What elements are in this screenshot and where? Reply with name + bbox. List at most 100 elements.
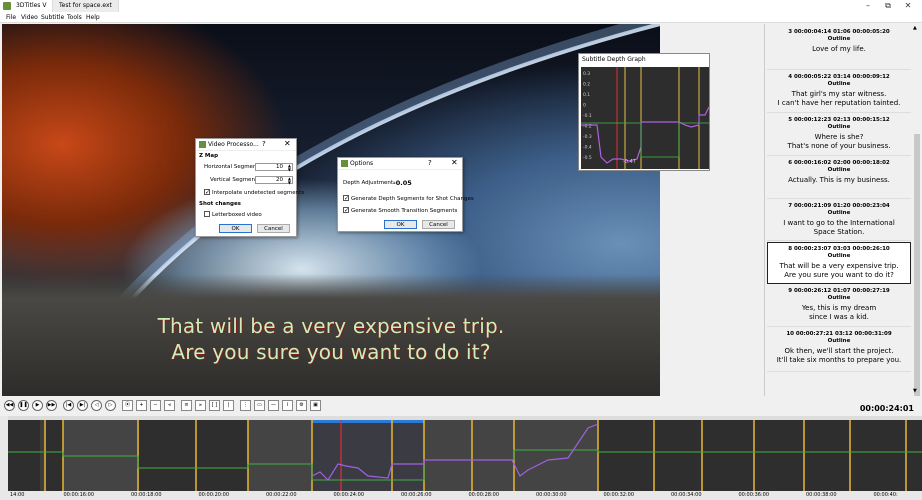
timeline-time-label: 00:00:34:00 <box>671 492 702 498</box>
play-icon[interactable]: ▶ <box>32 400 43 411</box>
subtitle-text-line: Yes, this is my dream <box>801 304 877 312</box>
zoom-in-icon[interactable]: + <box>136 400 147 411</box>
depth-tick-label: -0.4 <box>583 145 592 151</box>
prev-subtitle-icon[interactable]: ◁ <box>91 400 102 411</box>
subtitle-style: Outline <box>827 253 851 259</box>
next-subtitle-icon[interactable]: ▷ <box>105 400 116 411</box>
subtitle-style: Outline <box>827 295 851 301</box>
menu-help[interactable]: Help <box>86 14 100 21</box>
subtitle-text: Love of my life. <box>767 45 911 54</box>
maximize-icon[interactable]: ⧉ <box>878 1 898 11</box>
letterboxed-label: Letterboxed video <box>212 212 262 218</box>
app-logo-icon <box>3 2 11 10</box>
bracket-icon[interactable]: [ ] <box>209 400 220 411</box>
subtitle-timing: 8 00:00:23:07 03:03 00:00:26:10 <box>788 246 890 252</box>
settings-icon[interactable]: ⚙ <box>296 400 307 411</box>
subtitle-line-1: That will be a very expensive trip. <box>157 314 505 338</box>
close-icon[interactable]: ✕ <box>284 139 291 148</box>
vertical-segments-value: 20 <box>276 177 283 183</box>
subtitle-timing: 5 00:00:12:23 02:13 00:00:15:12 <box>788 117 890 123</box>
subtitle-entry[interactable]: 10 00:00:27:21 03:12 00:00:31:09 Outline O… <box>767 328 911 372</box>
subtitle-timing: 9 00:00:26:12 01:07 00:00:27:19 <box>788 288 890 294</box>
help-icon[interactable]: ? <box>262 140 266 148</box>
subtitle-style: Outline <box>827 124 851 130</box>
monitor-icon[interactable]: ▣ <box>310 400 321 411</box>
gen-shot-change-checkbox[interactable]: ✓ <box>343 195 349 202</box>
ok-button[interactable]: OK <box>219 224 252 233</box>
video-processor-dialog: Video Processo... ? ✕ Z Map Horizontal S… <box>195 138 304 237</box>
letterboxed-checkbox[interactable] <box>204 211 210 217</box>
timeline-tracks[interactable] <box>8 420 922 495</box>
interpolate-checkbox[interactable]: ✓ <box>204 189 210 196</box>
subtitle-list[interactable]: 3 00:00:04:14 01:06 00:00:05:20 Outline Lo… <box>764 24 912 396</box>
line-icon[interactable]: — <box>268 400 279 411</box>
timeline[interactable]: 14:00 00:00:16:00 00:00:18:00 00:00:20:00 00… <box>8 416 922 500</box>
snap-icon[interactable]: ⌇ <box>282 400 293 411</box>
menu-subtitle[interactable]: Subtitle <box>41 14 64 21</box>
scrollbar-thumb[interactable] <box>914 134 920 404</box>
depth-graph-plot[interactable]: 0.30.20.10-0.1-0.2-0.3-0.4-0.5 -0.47 <box>581 67 709 169</box>
video-preview[interactable]: That will be a very expensive trip. Are … <box>2 24 660 396</box>
timeline-time-label: 00:00:40: <box>873 492 898 498</box>
depth-adjustment-value[interactable]: -0.05 <box>393 179 412 187</box>
scroll-down-icon[interactable]: ▼ <box>913 388 917 394</box>
menu-video[interactable]: Video <box>21 14 38 21</box>
dialog-app-icon <box>341 160 348 167</box>
prev-frame-icon[interactable]: |◀ <box>63 400 74 411</box>
fast-forward-icon[interactable]: ▶▶ <box>46 400 57 411</box>
subtitle-style: Outline <box>827 338 851 344</box>
subtitle-entry[interactable]: 5 00:00:12:23 02:13 00:00:15:12 Outline Wh… <box>767 114 911 156</box>
split-icon[interactable]: ⋮ <box>240 400 251 411</box>
scroll-up-icon[interactable]: ▲ <box>913 25 917 31</box>
depth-tick-label: 0.2 <box>583 82 590 88</box>
ok-button[interactable]: OK <box>384 220 417 229</box>
align-left-icon[interactable]: ⫷ <box>164 400 175 411</box>
subtitle-text-line: I want to go to the International <box>783 219 895 227</box>
gen-smooth-transition-checkbox[interactable]: ✓ <box>343 207 349 214</box>
subtitle-entry[interactable]: 3 00:00:04:14 01:06 00:00:05:20 Outline Lo… <box>767 26 911 70</box>
subtitle-text-line: Where is she? <box>814 133 864 141</box>
cancel-button[interactable]: Cancel <box>422 220 455 229</box>
subtitle-style: Outline <box>827 81 851 87</box>
subtitle-entry[interactable]: 4 00:00:05:22 03:14 00:00:09:12 Outline Th… <box>767 71 911 113</box>
subtitle-entry[interactable]: 6 00:00:16:02 02:00 00:00:18:02 Outline Ac… <box>767 157 911 199</box>
timeline-time-label: 00:00:32:00 <box>603 492 635 498</box>
subtitle-entry[interactable]: 9 00:00:26:12 01:07 00:00:27:19 Outline Ye… <box>767 285 911 327</box>
subtitle-text-line: I can't have her reputation tainted. <box>777 99 901 107</box>
mark-in-icon[interactable]: ⦿ <box>122 400 133 411</box>
menu-file[interactable]: File <box>6 14 16 21</box>
merge-icon[interactable]: ▭ <box>254 400 265 411</box>
subtitle-text-line: It'll take six months to prepare you. <box>776 356 902 364</box>
align-right-icon[interactable]: ⫸ <box>195 400 206 411</box>
next-frame-icon[interactable]: ▶| <box>77 400 88 411</box>
horizontal-segments-stepper[interactable]: 10 ▲ ▼ <box>255 163 293 172</box>
timeline-time-label: 00:00:26:00 <box>401 492 432 498</box>
subtitle-entry[interactable]: 7 00:00:21:09 01:20 00:00:23:04 Outline I … <box>767 200 911 241</box>
subtitle-timing: 10 00:00:27:21 03:12 00:00:31:09 <box>786 331 892 337</box>
pause-icon[interactable]: ❚❚ <box>18 400 29 411</box>
vertical-segments-stepper[interactable]: 20 ▲ ▼ <box>255 176 293 185</box>
subtitle-list-scrollbar[interactable]: ▲ ▼ <box>912 24 922 404</box>
subtitle-text: Where is she? That's none of your busines… <box>767 133 911 151</box>
subtitle-style: Outline <box>827 167 851 173</box>
help-icon[interactable]: ? <box>428 159 432 167</box>
menu-tools[interactable]: Tools <box>67 14 82 21</box>
depth-tick-label: -0.3 <box>583 134 592 140</box>
timeline-time-label: 14:00 <box>10 492 25 498</box>
rewind-icon[interactable]: ◀◀ <box>4 400 15 411</box>
subtitle-entry[interactable]: 8 00:00:23:07 03:03 00:00:26:10 Outline Th… <box>767 242 911 284</box>
close-icon[interactable]: ✕ <box>451 158 458 167</box>
stepper-arrows-icon[interactable]: ▲ ▼ <box>288 177 291 185</box>
zmap-section: Z Map <box>199 153 219 159</box>
bar-icon[interactable]: | <box>223 400 234 411</box>
playback-toolbar: ◀◀ ❚❚ ▶ ▶▶ |◀ ▶| ◁ ▷ ⦿ + − ⫷ ≡ ⫸[ ] | ⋮ ▭ — ⌇ ⚙ ▣ 00:00:24:0… <box>0 396 922 416</box>
document-tab[interactable]: Test for space.ext <box>52 0 119 12</box>
close-icon[interactable]: ✕ <box>898 1 918 10</box>
menu-bar: File Video Subtitle Tools Help <box>0 12 922 23</box>
stepper-arrows-icon[interactable]: ▲ ▼ <box>288 164 291 172</box>
cancel-button[interactable]: Cancel <box>257 224 290 233</box>
subtitle-style: Outline <box>827 36 851 42</box>
align-center-icon[interactable]: ≡ <box>181 400 192 411</box>
minimize-icon[interactable]: – <box>858 1 878 10</box>
zoom-out-icon[interactable]: − <box>150 400 161 411</box>
